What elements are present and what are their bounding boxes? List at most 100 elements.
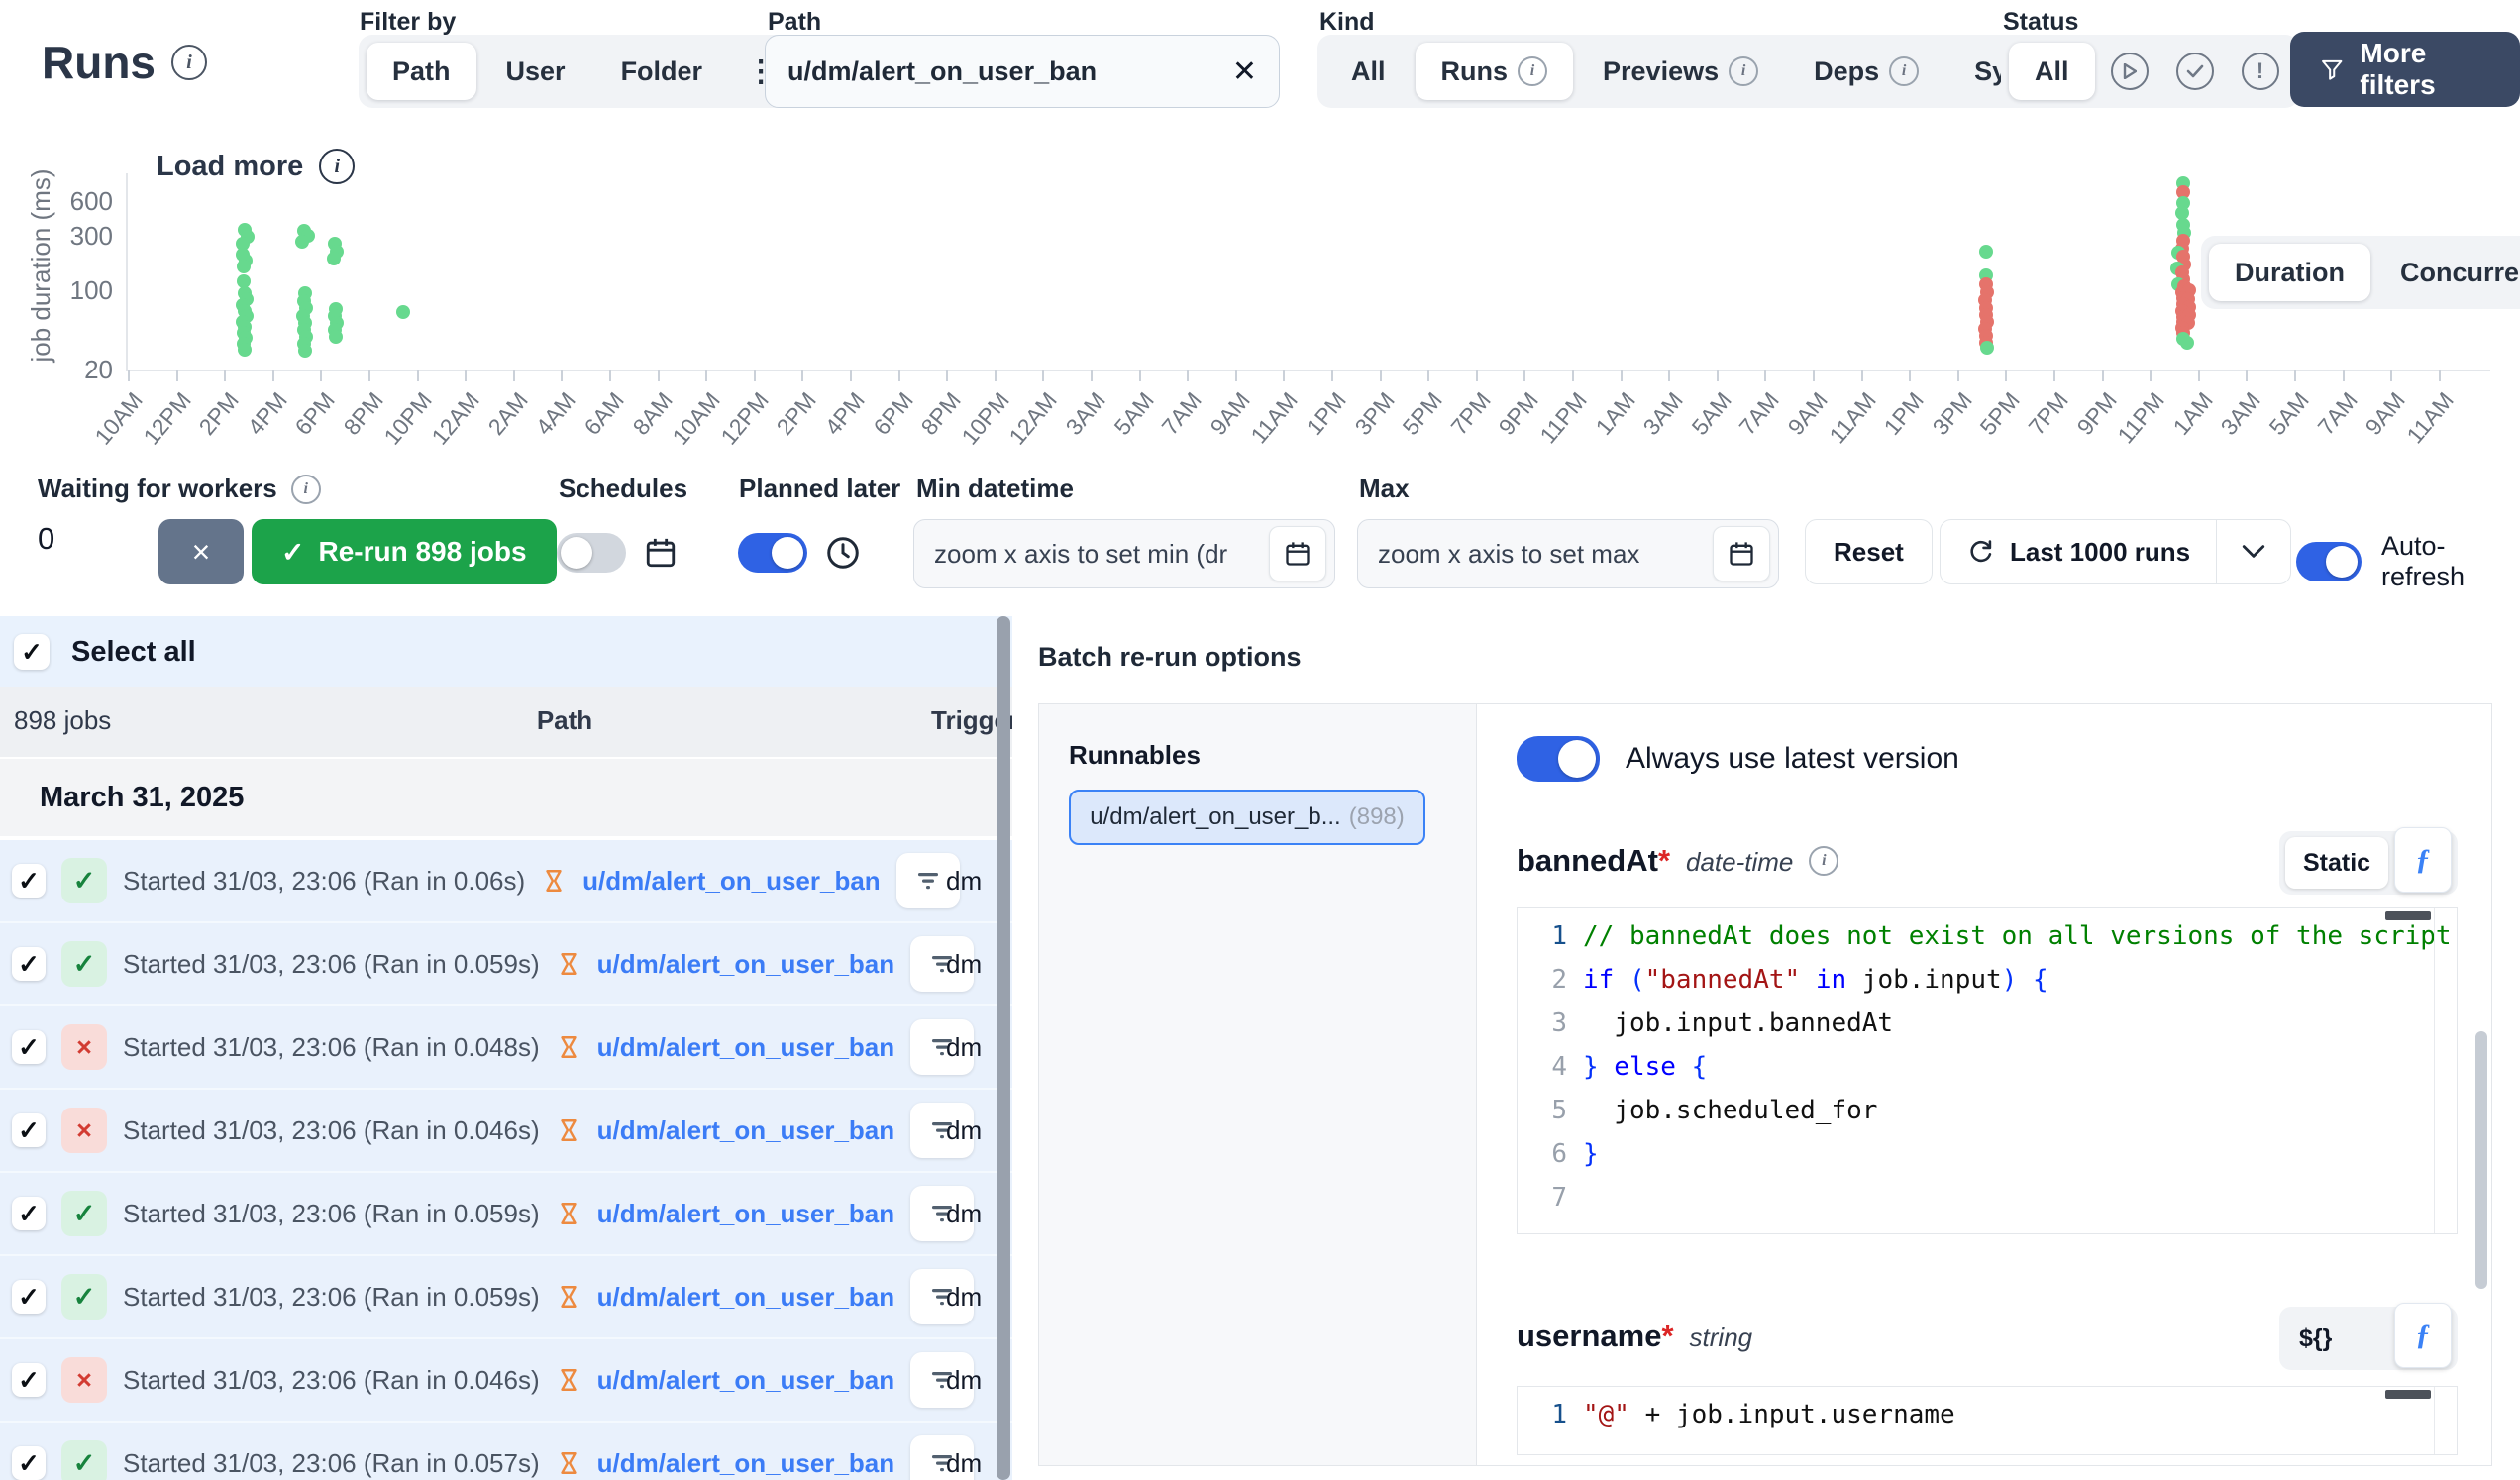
last-runs-main[interactable]: Last 1000 runs bbox=[1941, 537, 2216, 568]
job-checkbox[interactable]: ✓ bbox=[12, 947, 46, 981]
bannedat-code-editor[interactable]: 1// bannedAt does not exist on all versi… bbox=[1517, 907, 2458, 1234]
job-checkbox[interactable]: ✓ bbox=[12, 1113, 46, 1147]
duration-tab[interactable]: Duration bbox=[2209, 244, 2370, 301]
planned-later-toggle[interactable] bbox=[738, 533, 807, 573]
function-mode-button[interactable]: ƒ bbox=[2394, 827, 2452, 893]
waiting-workers-info-icon[interactable]: i bbox=[291, 475, 321, 504]
job-path-link[interactable]: u/dm/alert_on_user_ban bbox=[597, 1282, 895, 1313]
editor-hscrollbar[interactable] bbox=[2385, 911, 2431, 920]
x-axis-tick-mark bbox=[1042, 370, 1044, 381]
job-checkbox[interactable]: ✓ bbox=[12, 1280, 46, 1314]
last-runs-dropdown-button[interactable] bbox=[2217, 543, 2290, 561]
job-checkbox[interactable]: ✓ bbox=[12, 1363, 46, 1397]
job-row[interactable]: ✓ ✓ Started 31/03, 23:06 (Ran in 0.06s) … bbox=[0, 840, 1012, 923]
x-axis-tick-mark bbox=[1813, 370, 1815, 381]
path-column-header: Path bbox=[466, 705, 664, 736]
runs-info-icon[interactable]: i bbox=[171, 45, 207, 80]
x-axis-tick-mark bbox=[2198, 370, 2200, 381]
chevron-down-icon bbox=[2241, 543, 2266, 561]
job-checkbox[interactable]: ✓ bbox=[12, 1197, 46, 1230]
latest-version-toggle[interactable] bbox=[1517, 736, 1600, 782]
concurrency-tab[interactable]: Concurrency bbox=[2374, 244, 2520, 301]
kind-previews-tab[interactable]: Previews i bbox=[1577, 43, 1784, 100]
x-axis-tick-mark bbox=[417, 370, 419, 381]
template-mode-button[interactable]: ${} bbox=[2285, 1324, 2346, 1353]
static-mode-button[interactable]: Static bbox=[2285, 837, 2388, 889]
min-calendar-button[interactable] bbox=[1269, 526, 1326, 581]
job-row[interactable]: ✓ ✓ Started 31/03, 23:06 (Ran in 0.059s)… bbox=[0, 923, 1012, 1006]
kind-runs-info-icon[interactable]: i bbox=[1518, 56, 1547, 86]
editor-hscrollbar[interactable] bbox=[2385, 1390, 2431, 1399]
status-running-tab[interactable] bbox=[2099, 43, 2160, 100]
max-calendar-button[interactable] bbox=[1713, 526, 1770, 581]
runnable-item[interactable]: u/dm/alert_on_user_b... (898) bbox=[1069, 790, 1425, 845]
more-filters-button[interactable]: More filters bbox=[2290, 32, 2520, 107]
y-axis-tick-label: 100 bbox=[34, 275, 113, 306]
list-scrollbar[interactable] bbox=[997, 616, 1010, 1480]
x-axis-tick-mark bbox=[1572, 370, 1574, 381]
x-axis-tick-mark bbox=[946, 370, 948, 381]
cancel-selection-button[interactable]: × bbox=[158, 519, 244, 584]
scatter-point bbox=[295, 235, 309, 249]
x-axis-tick-mark bbox=[609, 370, 611, 381]
rerun-jobs-button[interactable]: ✓ Re-run 898 jobs bbox=[252, 519, 557, 584]
kind-runs-tab[interactable]: Runs i bbox=[1416, 43, 1574, 100]
job-row[interactable]: ✓ ✓ Started 31/03, 23:06 (Ran in 0.059s)… bbox=[0, 1256, 1012, 1339]
kind-previews-info-icon[interactable]: i bbox=[1729, 56, 1758, 86]
waiting-workers-label: Waiting for workers bbox=[38, 474, 277, 504]
more-filters-label: More filters bbox=[2360, 38, 2490, 101]
path-filter-input[interactable]: u/dm/alert_on_user_ban ✕ bbox=[765, 35, 1280, 108]
filter-by-folder-tab[interactable]: Folder bbox=[595, 43, 729, 100]
status-failure-tab[interactable]: ! bbox=[2230, 43, 2291, 100]
scatter-point bbox=[1979, 245, 1993, 259]
max-datetime-value: zoom x axis to set max bbox=[1378, 539, 1639, 570]
reset-button[interactable]: Reset bbox=[1805, 519, 1933, 584]
job-row[interactable]: ✓ × Started 31/03, 23:06 (Ran in 0.046s)… bbox=[0, 1339, 1012, 1423]
min-datetime-input[interactable]: zoom x axis to set min (dr bbox=[913, 519, 1335, 588]
status-badge: ✓ bbox=[61, 1274, 107, 1320]
kind-all-tab[interactable]: All bbox=[1325, 43, 1412, 100]
job-checkbox[interactable]: ✓ bbox=[12, 1030, 46, 1064]
panel-scrollbar[interactable] bbox=[2475, 1031, 2487, 1289]
kind-deps-tab[interactable]: Deps i bbox=[1788, 43, 1944, 100]
job-row[interactable]: ✓ ✓ Started 31/03, 23:06 (Ran in 0.059s)… bbox=[0, 1173, 1012, 1256]
job-path-link[interactable]: u/dm/alert_on_user_ban bbox=[597, 1448, 895, 1479]
job-row[interactable]: ✓ × Started 31/03, 23:06 (Ran in 0.048s)… bbox=[0, 1006, 1012, 1090]
job-path-link[interactable]: u/dm/alert_on_user_ban bbox=[597, 1365, 895, 1396]
runnables-label: Runnables bbox=[1069, 740, 1201, 771]
job-path-link[interactable]: u/dm/alert_on_user_ban bbox=[597, 1032, 895, 1063]
select-all-checkbox[interactable]: ✓ bbox=[14, 634, 50, 670]
batch-rerun-panel: Runnables u/dm/alert_on_user_b... (898) … bbox=[1038, 703, 2492, 1466]
job-row[interactable]: ✓ ✓ Started 31/03, 23:06 (Ran in 0.057s)… bbox=[0, 1423, 1012, 1480]
job-path-link[interactable]: u/dm/alert_on_user_ban bbox=[597, 1199, 895, 1229]
kind-deps-info-icon[interactable]: i bbox=[1889, 56, 1919, 86]
job-path-link[interactable]: u/dm/alert_on_user_ban bbox=[597, 1115, 895, 1146]
job-row[interactable]: ✓ × Started 31/03, 23:06 (Ran in 0.046s)… bbox=[0, 1090, 1012, 1173]
scatter-point bbox=[329, 330, 343, 344]
x-axis-tick-mark bbox=[128, 370, 130, 381]
last-runs-button[interactable]: Last 1000 runs bbox=[1940, 519, 2291, 584]
job-checkbox[interactable]: ✓ bbox=[12, 864, 46, 898]
chart-plot-area[interactable] bbox=[126, 173, 2490, 371]
filter-by-path-tab[interactable]: Path bbox=[367, 43, 476, 100]
path-clear-icon[interactable]: ✕ bbox=[1232, 54, 1257, 89]
x-axis-tick-mark bbox=[2343, 370, 2345, 381]
x-axis-tick-mark bbox=[513, 370, 515, 381]
username-code-editor[interactable]: 1"@" + job.input.username bbox=[1517, 1386, 2458, 1455]
filter-by-user-tab[interactable]: User bbox=[480, 43, 591, 100]
function-mode-button[interactable]: ƒ bbox=[2394, 1303, 2452, 1368]
job-checkbox[interactable]: ✓ bbox=[12, 1446, 46, 1480]
scatter-point bbox=[238, 343, 252, 357]
status-all-tab[interactable]: All bbox=[2009, 43, 2095, 100]
y-axis-tick-label: 300 bbox=[34, 221, 113, 252]
auto-refresh-toggle[interactable] bbox=[2296, 542, 2362, 581]
job-path-link[interactable]: u/dm/alert_on_user_ban bbox=[582, 866, 881, 897]
line-number: 2 bbox=[1518, 958, 1583, 1002]
status-badge: × bbox=[61, 1024, 107, 1070]
job-path-link[interactable]: u/dm/alert_on_user_ban bbox=[597, 949, 895, 980]
max-datetime-input[interactable]: zoom x axis to set max bbox=[1357, 519, 1779, 588]
schedules-toggle[interactable] bbox=[557, 533, 626, 573]
bannedat-info-icon[interactable]: i bbox=[1809, 846, 1838, 876]
scatter-point bbox=[396, 305, 410, 319]
status-success-tab[interactable] bbox=[2164, 43, 2226, 100]
